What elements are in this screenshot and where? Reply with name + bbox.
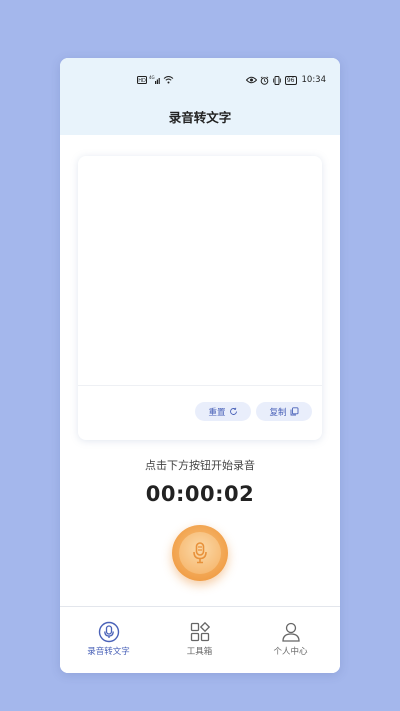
hd-icon: HD [137,75,147,84]
svg-text:4G: 4G [149,75,155,80]
wifi-icon [163,76,174,84]
tab-toolbox[interactable]: 工具箱 [153,607,246,673]
status-bar: HD 4G 96 10:34 [60,75,340,89]
status-right-icons: 96 10:34 [245,75,327,85]
microphone-icon [193,542,207,564]
app-header: HD 4G 96 10:34 录音转文字 [60,58,340,135]
eye-icon [245,76,257,84]
tab-label-toolbox: 工具箱 [186,647,213,657]
record-hint: 点击下方按钮开始录音 [145,459,255,472]
app-screen: HD 4G 96 10:34 录音转文字 重置 复制 点击下方按钮开始录音 00… [60,58,340,673]
bottom-tab-bar: 录音转文字 工具箱 个人中心 [60,606,340,673]
refresh-icon [229,407,237,415]
person-icon [281,622,300,642]
record-timer: 00:00:02 [145,482,255,506]
record-button-inner [179,532,221,574]
toolbox-icon [190,622,210,642]
vibrate-icon [272,75,281,85]
status-left-icons: HD 4G [137,75,174,84]
svg-text:HD: HD [138,78,146,84]
tab-record-to-text[interactable]: 录音转文字 [62,607,155,673]
battery-icon: 96 [284,75,297,85]
tab-label-profile: 个人中心 [273,647,308,657]
alarm-icon [260,76,269,85]
signal-4g-icon: 4G [149,75,160,84]
record-button[interactable] [172,525,228,581]
card-divider [78,385,322,386]
status-time: 10:34 [301,75,327,85]
mic-tab-icon [98,621,119,643]
reset-button[interactable]: 重置 [195,402,251,421]
copy-button[interactable]: 复制 [256,402,312,421]
tab-label-record: 录音转文字 [87,647,130,657]
page-title: 录音转文字 [168,110,232,125]
copy-button-label: 复制 [269,407,287,418]
copy-icon [290,407,298,416]
transcript-card: 重置 复制 [78,156,322,440]
tab-profile[interactable]: 个人中心 [244,607,337,673]
reset-button-label: 重置 [208,407,226,418]
